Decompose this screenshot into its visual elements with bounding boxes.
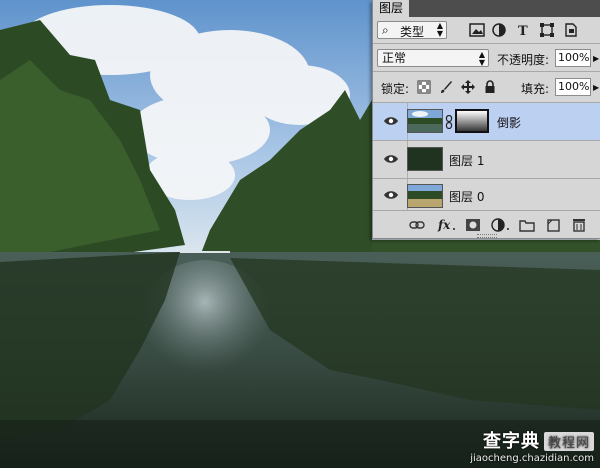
adjustment-filter-icon[interactable] [491,23,507,37]
eye-icon[interactable] [383,153,399,165]
layer-thumbnail[interactable] [407,147,443,171]
visibility-column [373,179,408,211]
visibility-column [373,141,408,178]
layer-row-reflection[interactable]: 倒影 [373,102,600,140]
layer-row-layer0[interactable]: 图层 0 [373,178,600,211]
smart-object-filter-icon[interactable] [563,23,579,37]
opacity-dropdown-icon[interactable]: ▶ [593,54,599,63]
new-group-icon[interactable] [519,218,535,232]
watermark-title: 查字典 [482,431,540,452]
layer-name[interactable]: 倒影 [497,114,521,131]
layer-name[interactable]: 图层 1 [449,152,484,169]
resize-grip[interactable] [477,234,497,238]
blend-mode-value: 正常 [382,51,407,65]
watermark: 查字典 教程网 jiaocheng.chazidian.com [470,427,594,464]
trash-icon[interactable] [571,218,587,232]
blend-mode-select[interactable]: 正常 ▲ ▼ [377,49,489,67]
updown-arrows-icon: ▲ ▼ [478,50,485,67]
watermark-url: jiaocheng.chazidian.com [470,453,594,464]
eye-icon[interactable] [383,189,399,201]
lock-all-icon[interactable] [483,80,497,94]
filter-type-label: 类型 [400,25,425,39]
blend-row: 正常 ▲ ▼ 不透明度: 100% ▶ [373,44,600,71]
fill-dropdown-icon[interactable]: ▶ [593,83,599,92]
updown-arrows-icon: ▲ ▼ [436,21,443,38]
pixel-filter-icon[interactable] [469,23,485,37]
watermark-logo: 查字典 教程网 [470,427,594,453]
layers-panel: 图层 ⌕ 类型 ▲ ▼ T 正常 ▲ ▼ 不透明度: 100% ▶ 锁定: 填充: … [372,0,600,239]
opacity-input[interactable]: 100% [555,49,591,67]
opacity-label: 不透明度: [497,53,550,67]
lock-row: 锁定: 填充: 100% ▶ [373,72,600,102]
panel-tabbar: 图层 [373,0,600,17]
layer-mask-thumbnail[interactable] [455,109,489,133]
visibility-column [373,103,408,140]
layer-thumbnail[interactable] [407,109,443,133]
chain-icon[interactable] [445,115,453,129]
eye-icon[interactable] [383,115,399,127]
adjustment-layer-icon[interactable] [491,218,511,232]
layer-thumbnail[interactable] [407,184,443,208]
filter-row: ⌕ 类型 ▲ ▼ T [373,17,600,43]
lock-label: 锁定: [381,82,410,96]
tab-layers[interactable]: 图层 [373,0,410,17]
svg-text:fx: fx [437,218,451,232]
layer-row-layer1[interactable]: 图层 1 [373,140,600,178]
fill-label: 填充: [521,82,550,96]
lock-pixels-brush-icon[interactable] [439,80,453,94]
fill-input[interactable]: 100% [555,78,591,96]
new-layer-icon[interactable] [545,218,561,232]
lock-transparent-icon[interactable] [417,80,431,94]
fx-icon[interactable]: fx [437,218,457,232]
watermark-badge: 教程网 [543,432,594,451]
lock-position-move-icon[interactable] [461,80,475,94]
link-layers-icon[interactable] [409,218,425,232]
shape-filter-icon[interactable] [539,23,555,37]
filter-type-select[interactable]: ⌕ 类型 ▲ ▼ [377,21,447,39]
search-icon: ⌕ [382,23,389,37]
add-mask-icon[interactable] [465,218,481,232]
svg-text:T: T [518,24,528,37]
layer-name[interactable]: 图层 0 [449,188,484,205]
type-filter-icon[interactable]: T [515,23,531,37]
